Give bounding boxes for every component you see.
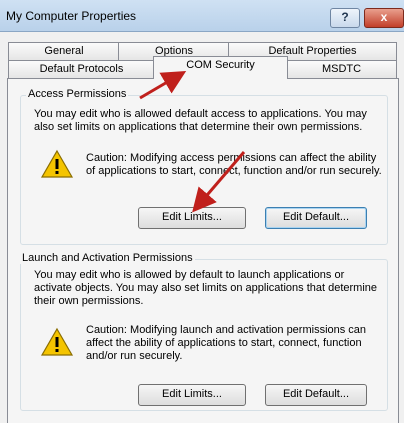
arrow-to-com-security-tab: [139, 70, 187, 100]
annotation-arrows: [139, 70, 246, 213]
arrow-to-edit-limits: [192, 151, 246, 213]
